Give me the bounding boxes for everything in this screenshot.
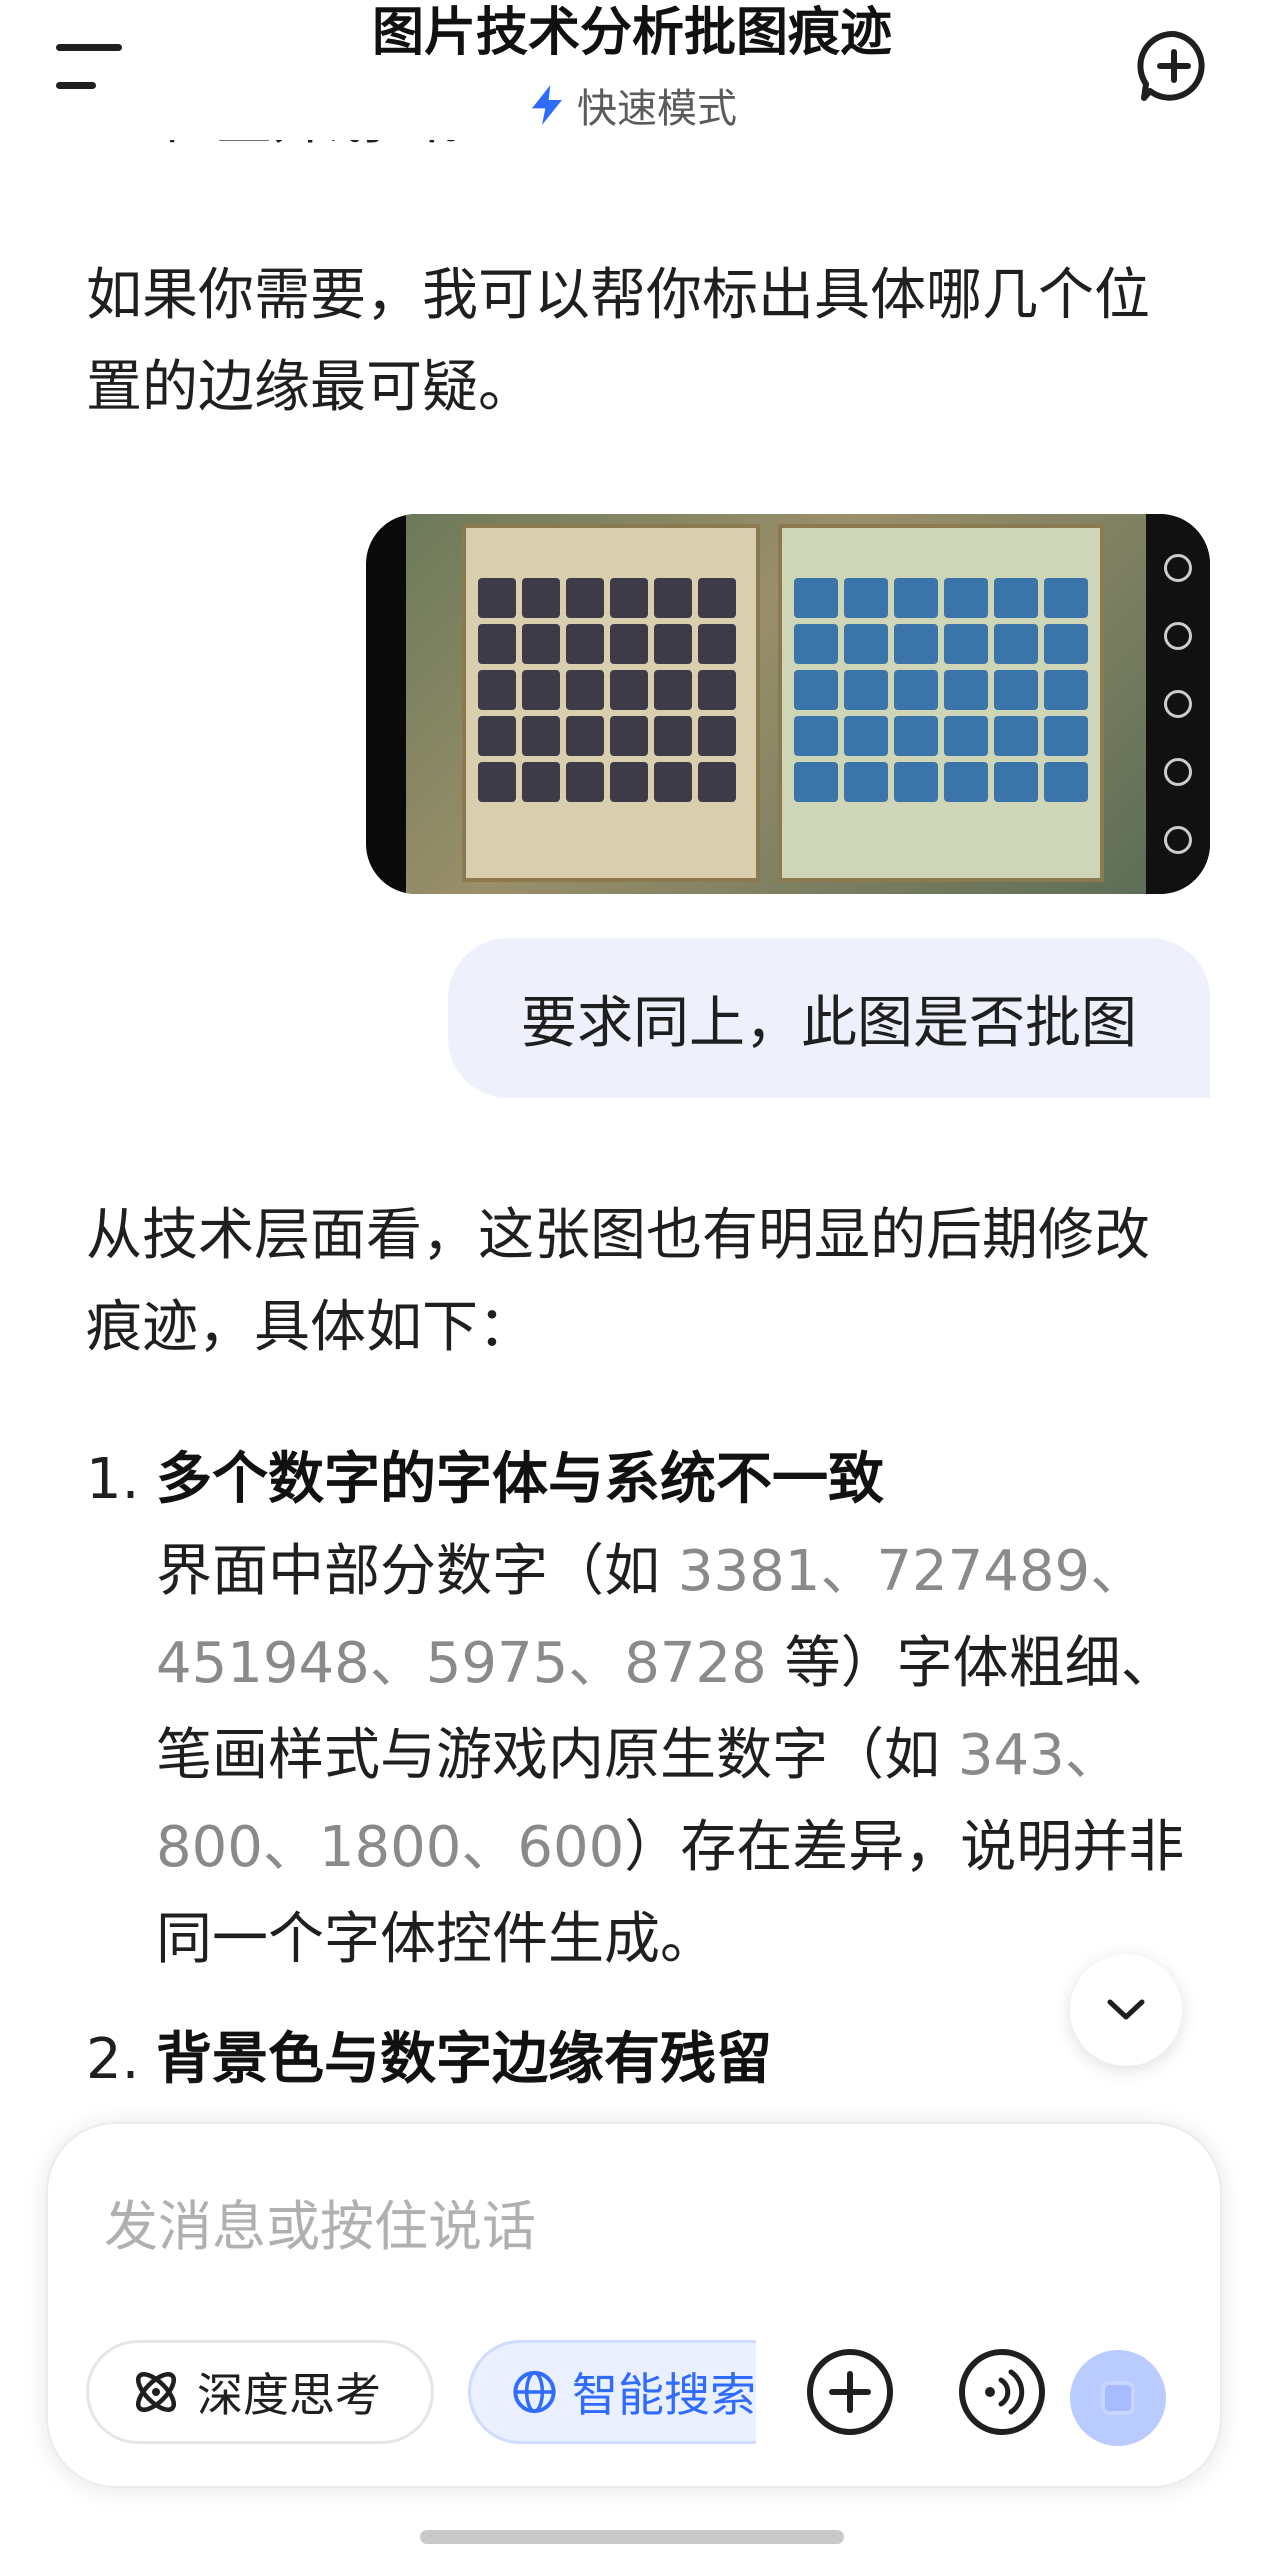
game-side-buttons bbox=[1146, 514, 1210, 894]
backpack-panel bbox=[778, 524, 1104, 882]
deep-think-toggle[interactable]: 深度思考 bbox=[86, 2340, 434, 2444]
message-input[interactable]: 发消息或按住说话 bbox=[104, 2182, 536, 2261]
number-highlight: 800 bbox=[156, 1815, 263, 1880]
globe-icon bbox=[513, 2370, 556, 2414]
deep-think-label: 深度思考 bbox=[197, 2368, 381, 2422]
scroll-to-bottom-button[interactable] bbox=[1070, 1954, 1182, 2066]
user-image-game-screenshot[interactable] bbox=[366, 514, 1210, 894]
list-number: 1. bbox=[86, 1447, 140, 1512]
assistant-reply-intro: 从技术层面看，这张图也有明显的后期修改痕迹，具体如下： bbox=[86, 1203, 1150, 1360]
number-highlight: 600 bbox=[517, 1815, 625, 1880]
smart-search-label: 智能搜索 bbox=[572, 2368, 756, 2422]
game-scene bbox=[406, 514, 1146, 894]
chevron-down-icon bbox=[1107, 1999, 1145, 2020]
message-composer: 发消息或按住说话 深度思考 智能搜索 bbox=[46, 2122, 1222, 2488]
mode-indicator[interactable]: 快速模式 bbox=[0, 76, 1264, 134]
list-body: 界面中部分数字（如 3381、727489、451948、5975、8728 等… bbox=[156, 1539, 1185, 1972]
atom-icon bbox=[136, 2372, 176, 2412]
number-highlight: 451948 bbox=[156, 1631, 370, 1696]
new-chat-icon[interactable] bbox=[1136, 28, 1212, 104]
number-highlight: 1800 bbox=[318, 1815, 462, 1880]
smart-search-toggle[interactable]: 智能搜索 bbox=[468, 2340, 756, 2444]
assistant-paragraph: 如果你需要，我可以帮你标出具体哪几个位置的边缘最可疑。 bbox=[86, 263, 1150, 420]
number-highlight: 8728 bbox=[624, 1631, 767, 1696]
list-heading: 多个数字的字体与系统不一致 bbox=[156, 1447, 884, 1512]
conversation-title: 图片技术分析批图痕迹 bbox=[371, 3, 892, 63]
send-icon bbox=[1101, 2381, 1135, 2415]
lightning-icon bbox=[532, 85, 562, 125]
number-highlight: 3381 bbox=[677, 1539, 821, 1604]
number-highlight: 727489 bbox=[876, 1539, 1091, 1604]
warehouse-panel bbox=[462, 524, 760, 882]
number-highlight: 5975 bbox=[425, 1631, 569, 1696]
home-indicator[interactable] bbox=[420, 2530, 844, 2544]
voice-icon[interactable] bbox=[956, 2346, 1048, 2438]
user-message-text: 要求同上，此图是否批图 bbox=[521, 990, 1137, 1056]
send-button[interactable] bbox=[1070, 2350, 1166, 2446]
plus-circle-icon[interactable] bbox=[804, 2346, 896, 2438]
top-bar: 图片技术分析批图痕迹 快速模式 bbox=[0, 0, 1264, 140]
number-highlight: 343 bbox=[957, 1723, 1065, 1788]
mode-label: 快速模式 bbox=[577, 86, 737, 132]
user-message-bubble: 要求同上，此图是否批图 bbox=[448, 938, 1210, 1098]
